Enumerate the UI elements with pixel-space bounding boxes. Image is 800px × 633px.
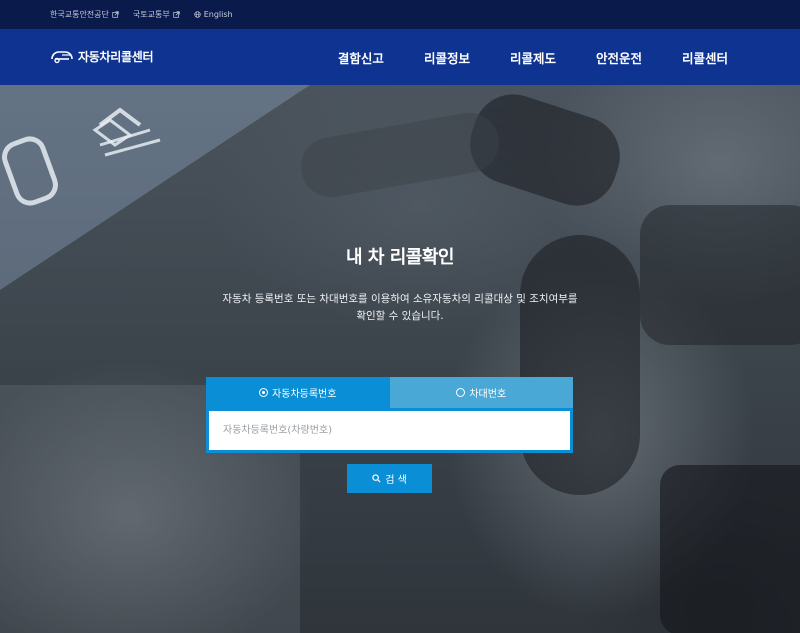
external-link-icon xyxy=(173,11,180,18)
tab-label: 자동차등록번호 xyxy=(272,389,337,400)
menu-item-recall-system[interactable]: 리콜제도 xyxy=(510,48,556,67)
radio-unchecked-icon xyxy=(456,388,466,397)
hero-description-line: 확인할 수 있습니다. xyxy=(356,310,444,322)
search-input-wrapper xyxy=(206,408,573,453)
utility-bar: 한국교통안전공단 국토교통부 English xyxy=(0,0,800,29)
main-menu: 결함신고 리콜정보 리콜제도 안전운전 리콜센터 xyxy=(338,29,728,85)
menu-item-recall-info[interactable]: 리콜정보 xyxy=(424,48,470,67)
car-logo-icon xyxy=(51,51,73,64)
search-button[interactable]: 검 색 xyxy=(347,464,432,493)
globe-icon xyxy=(194,11,201,18)
external-link-icon xyxy=(112,11,119,18)
tab-registration-number[interactable]: 자동차등록번호 xyxy=(206,377,390,408)
hero-title: 내 차 리콜확인 xyxy=(346,247,454,268)
search-button-label: 검 색 xyxy=(385,475,407,486)
logo-text: 자동차리콜센터 xyxy=(78,49,154,64)
site-logo[interactable]: 자동차리콜센터 xyxy=(50,46,153,66)
tab-vin[interactable]: 차대번호 xyxy=(389,377,573,408)
search-type-tabs: 자동차등록번호 차대번호 xyxy=(206,377,573,408)
menu-item-recall-center[interactable]: 리콜센터 xyxy=(682,48,728,67)
search-input[interactable] xyxy=(209,411,570,450)
tab-label: 차대번호 xyxy=(469,389,507,400)
menu-item-defect-report[interactable]: 결함신고 xyxy=(338,48,384,67)
main-nav: 자동차리콜센터 결함신고 리콜정보 리콜제도 안전운전 리콜센터 xyxy=(0,29,800,85)
hero-section: 내 차 리콜확인 자동차 등록번호 또는 차대번호를 이용하여 소유자동차의 리… xyxy=(0,85,800,633)
hero-description: 자동차 등록번호 또는 차대번호를 이용하여 소유자동차의 리콜대상 및 조치여… xyxy=(150,291,650,325)
search-icon xyxy=(372,474,381,483)
util-link-kotsa[interactable]: 한국교통안전공단 xyxy=(50,9,119,20)
radio-checked-icon xyxy=(259,388,269,397)
util-link-label: 한국교통안전공단 xyxy=(50,10,109,19)
util-link-label: 국토교통부 xyxy=(132,10,170,19)
util-link-molit[interactable]: 국토교통부 xyxy=(133,9,180,20)
menu-item-safe-driving[interactable]: 안전운전 xyxy=(596,48,642,67)
util-link-english[interactable]: English xyxy=(194,10,233,19)
util-link-label: English xyxy=(203,10,233,19)
hero-description-line: 자동차 등록번호 또는 차대번호를 이용하여 소유자동차의 리콜대상 및 조치여… xyxy=(222,293,578,305)
hero-diagonal-overlay xyxy=(0,85,310,290)
